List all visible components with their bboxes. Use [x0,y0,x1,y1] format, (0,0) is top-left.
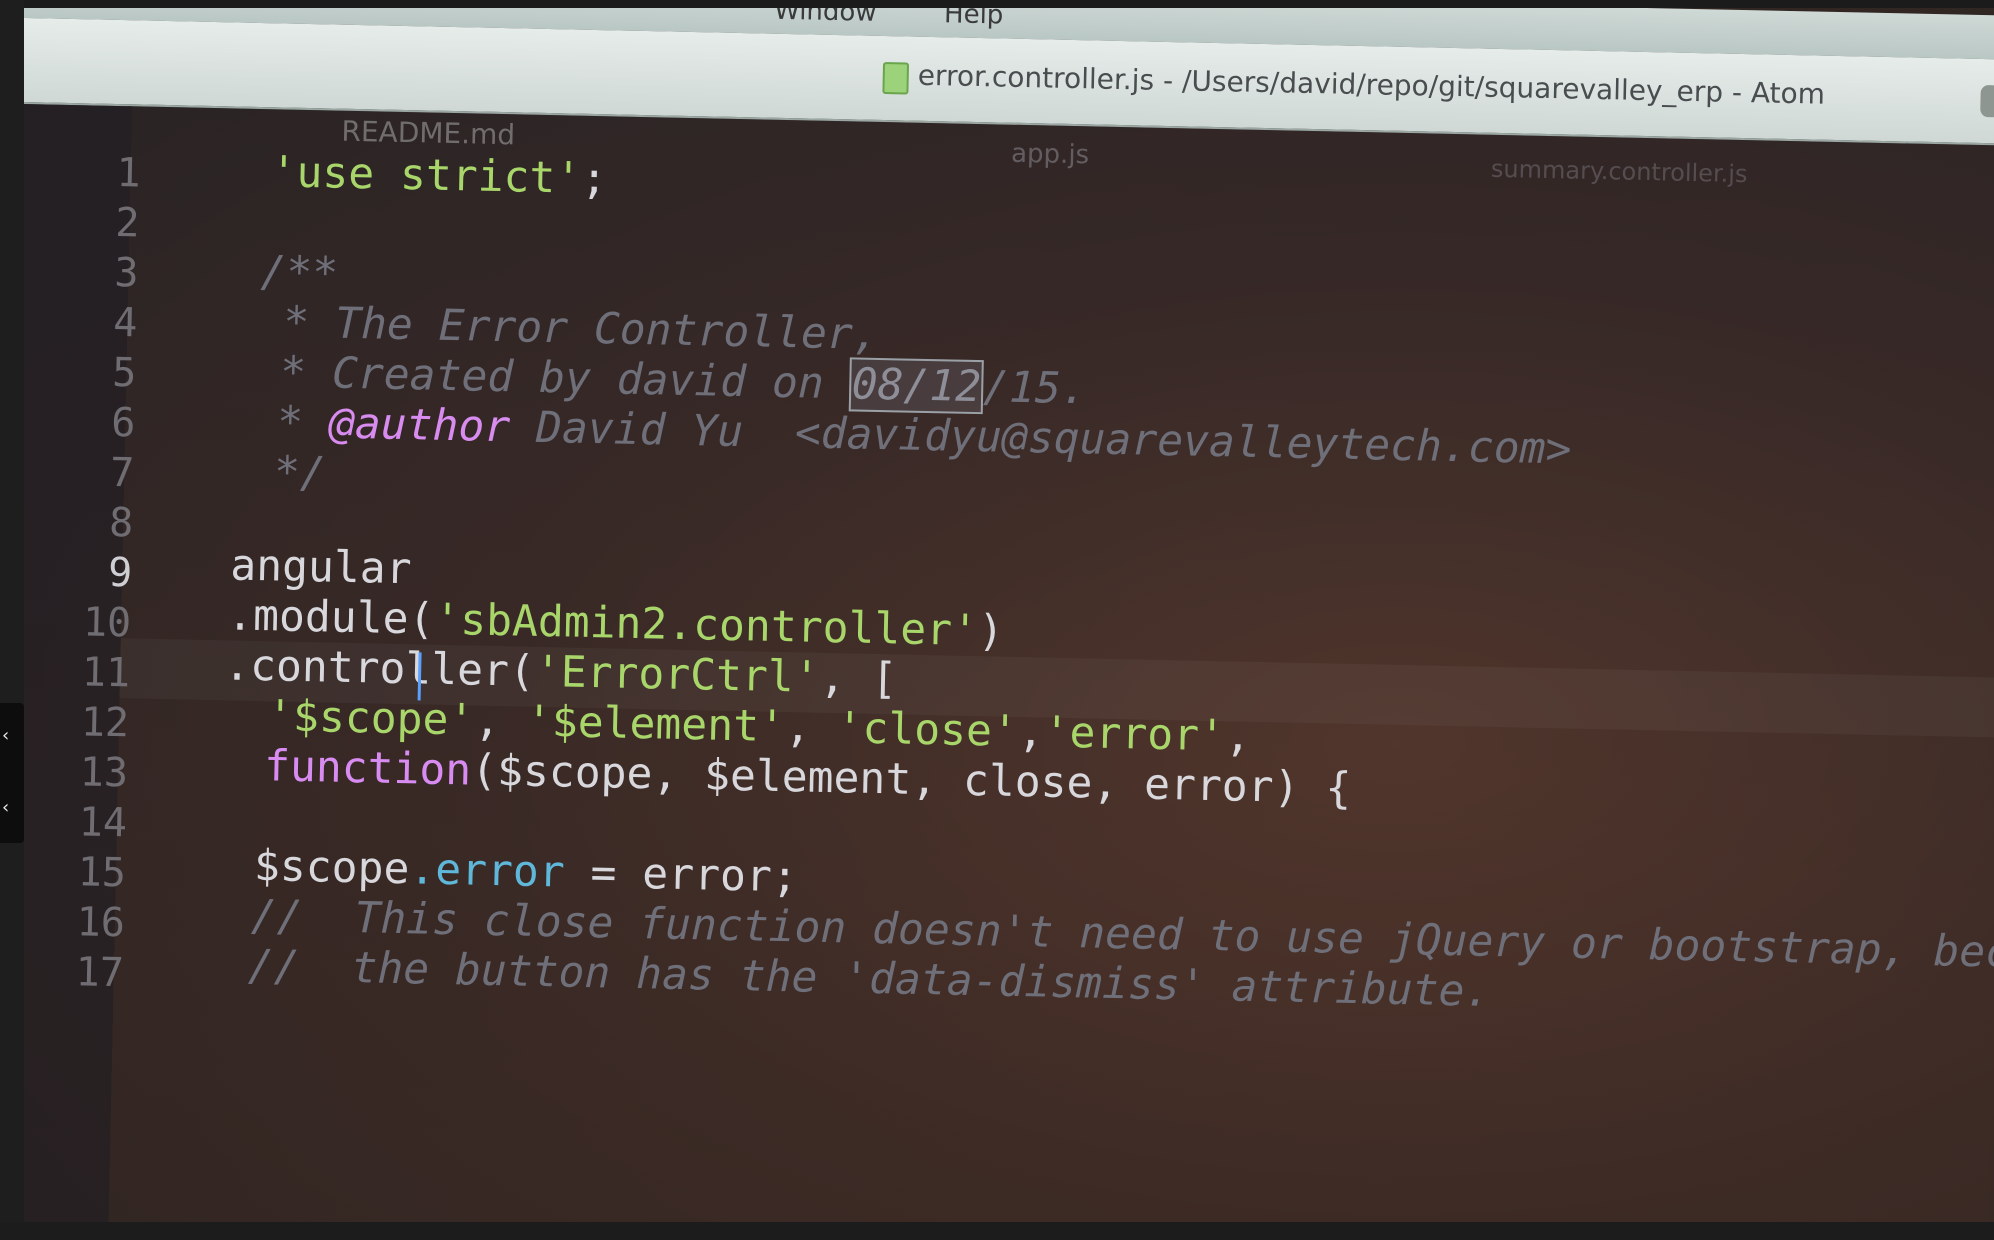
code-line-3: /** [259,247,339,299]
code-token: = error; [564,847,799,903]
punctuation-token: ; [580,153,608,205]
string-token: 'ErrorCtrl' [534,646,821,703]
string-token: '$scope' [266,691,475,746]
chevron-left-icon[interactable]: ‹ [2,797,9,818]
side-panel-toggle[interactable]: ‹ ‹ [0,703,24,843]
string-token: 'use strict' [270,147,582,204]
property-token: .error [408,844,566,898]
string-token: '$element' [525,696,786,753]
editor-pane[interactable]: README.md app.js summary.controller.js 1… [0,103,1994,1240]
keyword-token: function [263,741,472,796]
photo-border-top [0,0,1994,8]
code-token: , [1224,711,1252,762]
code-token: , [784,702,838,754]
photo-border-bottom [0,1222,1994,1240]
code-token: , [1017,706,1045,758]
comment-token: /15. [982,362,1088,415]
code-line-7: */ [247,446,327,499]
code-token: .controller( [223,640,536,697]
code-line-1: 'use strict'; [270,147,608,204]
jsdoc-tag-token: @author [328,398,511,453]
selected-text[interactable]: 08/12 [849,357,984,415]
comment-token: David Yu <davidyu@squarevalleytech.com> [509,402,1572,475]
window-control-icon[interactable] [1980,84,1994,118]
string-token: 'close' [836,703,1019,757]
code-area[interactable]: 'use strict'; /** * The Error Controller… [0,104,1994,1240]
window-title: error.controller.js - /Users/david/repo/… [917,58,1826,111]
atom-editor-window: Window Help error.controller.js - /Users… [0,0,1994,1240]
photo-frame: Window Help error.controller.js - /Users… [0,0,1994,1240]
code-token: , [ [819,652,898,705]
code-token: $scope [253,841,410,895]
comment-token: * [250,396,330,449]
code-token: .module( [226,590,435,645]
string-token: 'error' [1043,707,1226,762]
code-token: ) [977,606,1005,657]
code-token: , [473,695,527,747]
code-line-9: angular [229,540,413,595]
document-icon [882,62,910,95]
photo-border-left [0,0,24,1240]
chevron-left-icon[interactable]: ‹ [2,725,9,746]
